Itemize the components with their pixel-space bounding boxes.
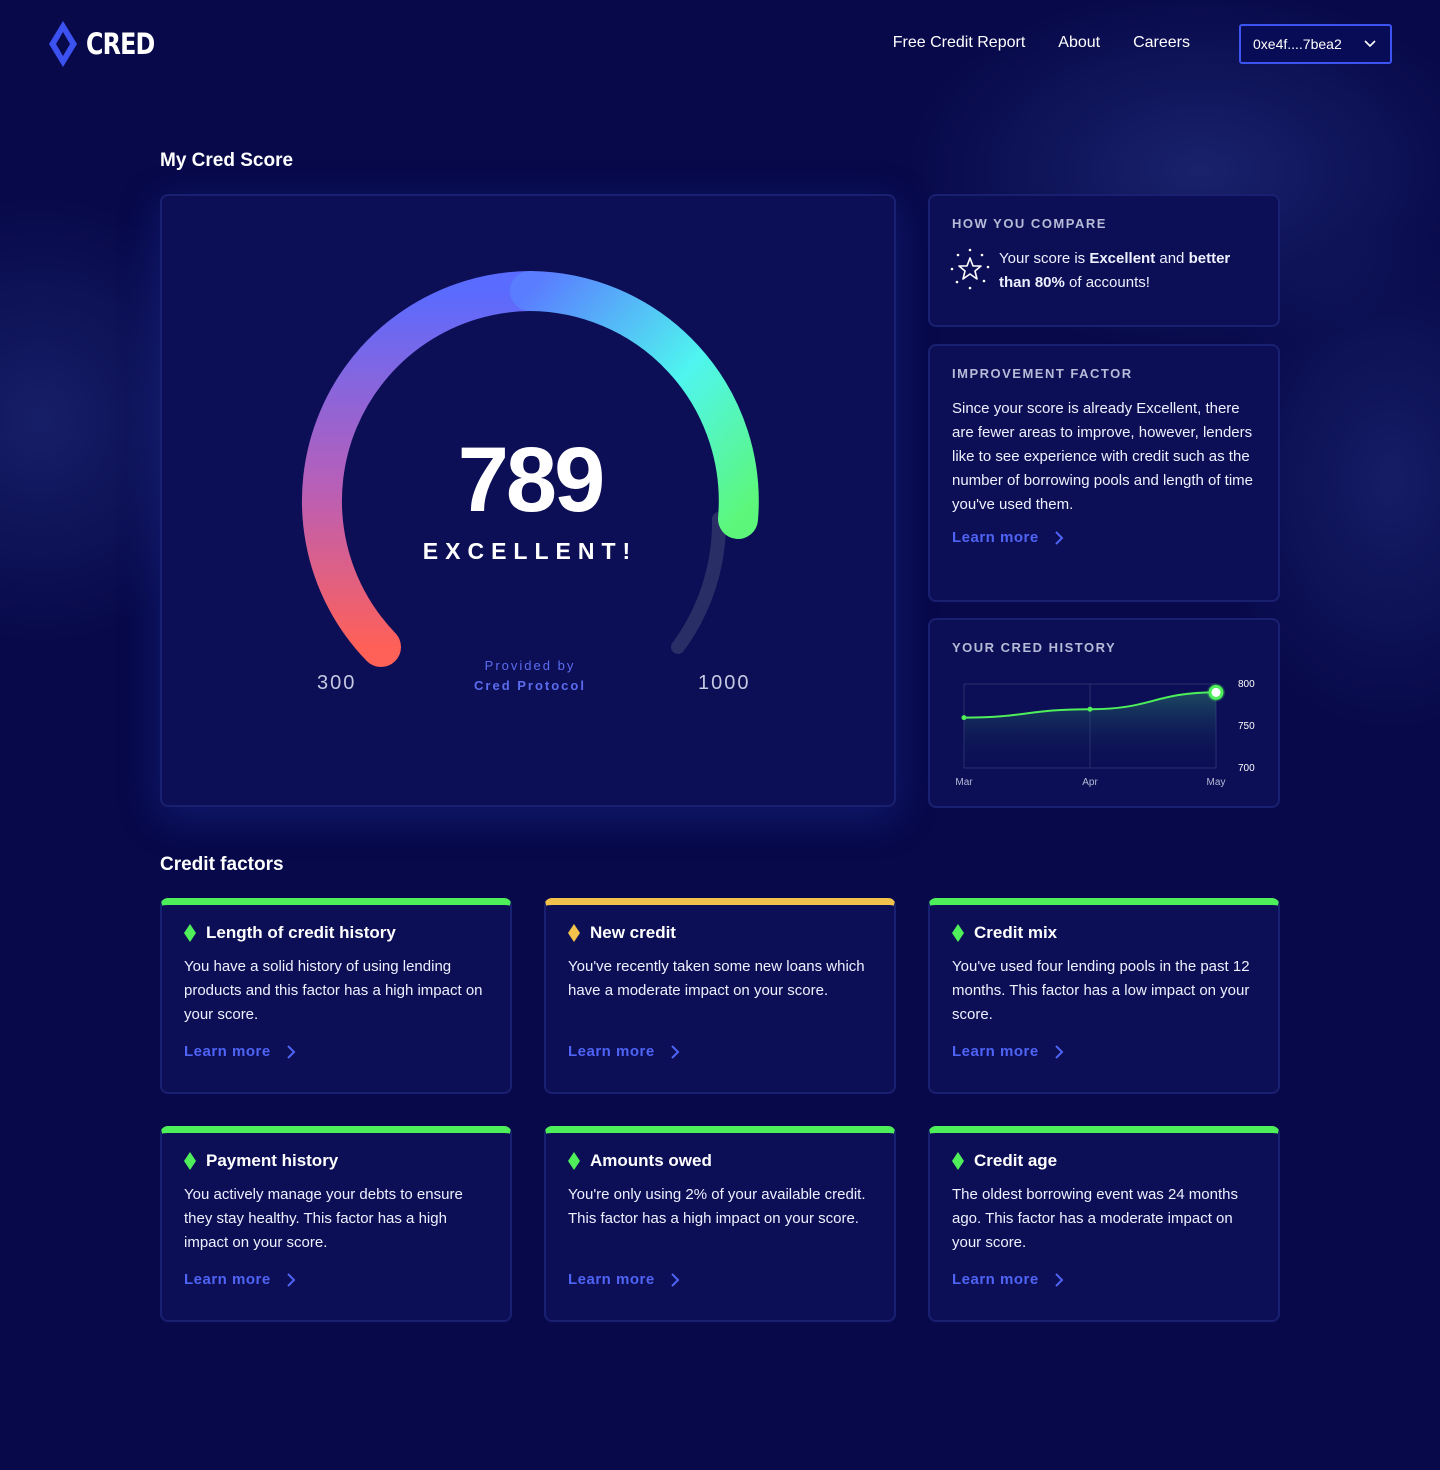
factor-header: Credit mix xyxy=(952,923,1256,943)
chevron-right-icon xyxy=(286,1044,296,1059)
diamond-logo-icon xyxy=(49,21,77,67)
factor-description: You actively manage your debts to ensure… xyxy=(184,1186,463,1251)
factor-header: Amounts owed xyxy=(568,1151,872,1171)
factor-card: Length of credit history You have a solid… xyxy=(160,898,512,1094)
history-card: YOUR CRED HISTORY Mar Apr May 800 750 700 xyxy=(928,618,1280,808)
chart-y-tick-label: 700 xyxy=(1238,763,1255,774)
chart-x-tick-label: Mar xyxy=(955,777,973,788)
factor-header: Length of credit history xyxy=(184,923,488,943)
factor-card: Payment history You actively manage your … xyxy=(160,1126,512,1322)
chevron-right-icon xyxy=(670,1272,680,1287)
nav-free-credit-report[interactable]: Free Credit Report xyxy=(893,34,1026,52)
score-value: 789 xyxy=(457,429,606,531)
factor-card: New credit You've recently taken some new… xyxy=(544,898,896,1094)
diamond-status-icon xyxy=(568,1152,580,1170)
factor-header: Credit age xyxy=(952,1151,1256,1171)
brand-logo[interactable]: CRED xyxy=(48,20,170,68)
factor-description: You've used four lending pools in the pa… xyxy=(952,958,1250,1023)
factor-header: Payment history xyxy=(184,1151,488,1171)
chart-point xyxy=(961,715,967,721)
chart-y-tick-label: 750 xyxy=(1238,721,1255,732)
factor-learn-more-link[interactable]: Learn more xyxy=(568,1271,872,1288)
brand-name: CRED xyxy=(86,27,155,61)
score-section-title: My Cred Score xyxy=(160,150,294,171)
factor-learn-more-link[interactable]: Learn more xyxy=(952,1271,1256,1288)
factors-section-title: Credit factors xyxy=(160,854,284,875)
history-chart: Mar Apr May 800 750 700 xyxy=(955,679,1255,788)
top-header: CRED Free Credit Report About Careers 0x… xyxy=(0,0,1440,90)
improvement-text: Since your score is already Excellent, t… xyxy=(952,400,1254,513)
chart-point xyxy=(1208,684,1224,700)
history-heading: YOUR CRED HISTORY xyxy=(952,640,1117,655)
star-sparkle-icon xyxy=(950,248,990,290)
factor-title: Credit mix xyxy=(974,923,1058,942)
factor-title: Amounts owed xyxy=(590,1151,712,1170)
score-rating: EXCELLENT! xyxy=(422,538,638,564)
compare-card: HOW YOU COMPARE Your score is Excellent … xyxy=(928,194,1280,327)
improvement-heading: IMPROVEMENT FACTOR xyxy=(952,366,1133,381)
diamond-status-icon xyxy=(568,924,580,942)
factor-title: New credit xyxy=(590,923,676,942)
diamond-status-icon xyxy=(952,1152,964,1170)
chevron-right-icon xyxy=(1054,1272,1064,1287)
factor-learn-more-link[interactable]: Learn more xyxy=(184,1271,488,1288)
factor-title: Length of credit history xyxy=(206,923,396,942)
factor-description: You're only using 2% of your available c… xyxy=(568,1186,866,1227)
nav-about[interactable]: About xyxy=(1058,34,1100,52)
improvement-learn-more-link[interactable]: Learn more xyxy=(952,529,1256,546)
chart-point xyxy=(1087,706,1093,712)
chevron-right-icon xyxy=(286,1272,296,1287)
factor-title: Credit age xyxy=(974,1151,1058,1170)
diamond-status-icon xyxy=(184,924,196,942)
chevron-right-icon xyxy=(1054,1044,1064,1059)
diamond-status-icon xyxy=(184,1152,196,1170)
compare-text: Your score is Excellent and better than … xyxy=(999,250,1231,291)
improvement-card: IMPROVEMENT FACTOR Since your score is a… xyxy=(928,344,1280,602)
factor-card: Credit mix You've used four lending pools… xyxy=(928,898,1280,1094)
chevron-right-icon xyxy=(670,1044,680,1059)
factor-description: You have a solid history of using lendin… xyxy=(184,958,483,1023)
wallet-dropdown[interactable]: 0xe4f....7bea2 xyxy=(1239,24,1392,64)
factor-learn-more-link[interactable]: Learn more xyxy=(568,1043,872,1060)
nav-careers[interactable]: Careers xyxy=(1133,34,1190,52)
compare-heading: HOW YOU COMPARE xyxy=(952,216,1107,231)
chart-x-tick-label: Apr xyxy=(1082,777,1098,788)
factor-card: Amounts owed You're only using 2% of your… xyxy=(544,1126,896,1322)
chart-x-tick-label: May xyxy=(1207,777,1226,788)
factor-title: Payment history xyxy=(206,1151,339,1170)
provided-by-label: Provided by xyxy=(484,658,576,673)
factor-header: New credit xyxy=(568,923,872,943)
provider-name[interactable]: Cred Protocol xyxy=(162,676,898,696)
factor-description: You've recently taken some new loans whi… xyxy=(568,958,865,999)
provided-by: Provided by Cred Protocol xyxy=(162,656,898,696)
factor-learn-more-link[interactable]: Learn more xyxy=(952,1043,1256,1060)
factor-learn-more-link[interactable]: Learn more xyxy=(184,1043,488,1060)
chart-y-tick-label: 800 xyxy=(1238,679,1255,690)
factor-card: Credit age The oldest borrowing event was… xyxy=(928,1126,1280,1322)
chevron-down-icon xyxy=(1364,40,1376,48)
diamond-status-icon xyxy=(952,924,964,942)
factor-description: The oldest borrowing event was 24 months… xyxy=(952,1186,1238,1251)
wallet-address: 0xe4f....7bea2 xyxy=(1253,36,1342,52)
chevron-right-icon xyxy=(1054,530,1064,545)
score-card: 789 EXCELLENT! 300 1000 Provided by Cred… xyxy=(160,194,896,807)
main-nav: Free Credit Report About Careers xyxy=(893,34,1190,52)
